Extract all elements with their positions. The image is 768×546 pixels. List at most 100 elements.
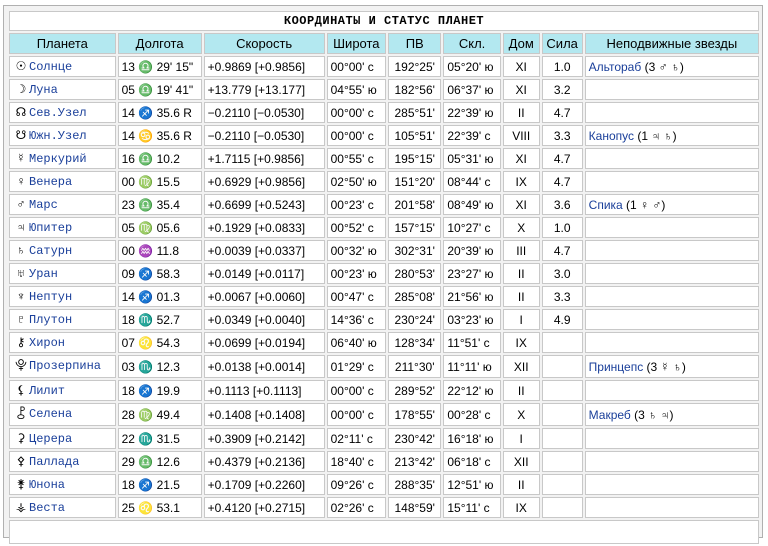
declination-cell: 05°31' ю <box>443 148 501 169</box>
longitude-cell: 14 ♐ 01.3 <box>117 286 202 307</box>
planet-glyph-icon: ⚸ <box>16 383 26 397</box>
power-cell: 4.7 <box>541 148 583 169</box>
table-row: ☽ Луна 05 ♎ 19' 41" +13.779 [+13.177] 04°55'… <box>9 79 759 100</box>
planet-name-link[interactable]: Южн.Узел <box>29 129 87 143</box>
right-ascension-cell: 230°42' <box>388 428 442 449</box>
planet-name-link[interactable]: Сев.Узел <box>29 106 87 120</box>
planet-name-link[interactable]: Нептун <box>29 290 72 304</box>
right-ascension-cell: 288°35' <box>388 474 442 495</box>
house-cell: II <box>502 286 540 307</box>
house-cell: XI <box>502 148 540 169</box>
fixed-star-link[interactable]: Макреб <box>589 408 631 422</box>
planet-cell: ☋ Южн.Узел <box>9 125 116 146</box>
longitude-cell: 14 ♋ 35.6 R <box>117 125 202 146</box>
longitude-cell: 23 ♎ 35.4 <box>117 194 202 215</box>
planet-cell: ♄ Сатурн <box>9 240 116 261</box>
planet-name-link[interactable]: Юнона <box>29 478 65 492</box>
fixed-star-cell <box>584 309 759 330</box>
col-header-longitude: Долгота <box>117 33 202 54</box>
right-ascension-cell: 128°34' <box>388 332 442 353</box>
latitude-cell: 18°40' с <box>326 451 387 472</box>
planet-glyph-icon: ♄ <box>16 243 26 257</box>
right-ascension-cell: 178°55' <box>388 403 442 426</box>
planet-cell: ☊ Сев.Узел <box>9 102 116 123</box>
planet-name-link[interactable]: Хирон <box>29 336 65 350</box>
col-header-latitude: Широта <box>326 33 387 54</box>
longitude-cell: 25 ♌ 53.1 <box>117 497 202 518</box>
fixed-star-link[interactable]: Спика <box>589 198 623 212</box>
planet-name-link[interactable]: Паллада <box>29 455 79 469</box>
planet-name-link[interactable]: Селена <box>29 407 72 421</box>
planet-name-link[interactable]: Веста <box>29 501 65 515</box>
right-ascension-cell: 285°08' <box>388 286 442 307</box>
power-cell: 4.7 <box>541 240 583 261</box>
planet-name-link[interactable]: Сатурн <box>29 244 72 258</box>
latitude-cell: 00°00' с <box>326 102 387 123</box>
fixed-star-cell <box>584 240 759 261</box>
house-cell: I <box>502 428 540 449</box>
power-cell: 3.3 <box>541 286 583 307</box>
latitude-cell: 00°55' с <box>326 148 387 169</box>
planet-glyph-icon: ☉ <box>15 59 27 73</box>
col-header-house: Дом <box>502 33 540 54</box>
fixed-star-link[interactable]: Канопус <box>589 129 634 143</box>
fixed-star-detail: (1 ♃ ♄) <box>633 128 677 143</box>
planet-name-link[interactable]: Юпитер <box>29 221 72 235</box>
planet-name-link[interactable]: Лилит <box>29 384 65 398</box>
planet-name-link[interactable]: Луна <box>29 83 58 97</box>
table-row: ⚳ Церера 22 ♏ 31.5 +0.3909 [+0.2142] 02°11' … <box>9 428 759 449</box>
fixed-star-cell <box>584 451 759 472</box>
planet-name-link[interactable]: Уран <box>29 267 58 281</box>
house-cell: XII <box>502 355 540 378</box>
longitude-cell: 03 ♏ 12.3 <box>117 355 202 378</box>
planet-name-link[interactable]: Церера <box>29 432 72 446</box>
table-row: ⯓ Прозерпина 03 ♏ 12.3 +0.0138 [+0.0014] 01°… <box>9 355 759 378</box>
speed-cell: +0.6699 [+0.5243] <box>203 194 325 215</box>
planet-name-link[interactable]: Прозерпина <box>29 359 101 373</box>
latitude-cell: 00°47' с <box>326 286 387 307</box>
table-row: ⚶ Веста 25 ♌ 53.1 +0.4120 [+0.2715] 02°26' с… <box>9 497 759 518</box>
planet-name-link[interactable]: Солнце <box>29 60 72 74</box>
latitude-cell: 00°00' с <box>326 125 387 146</box>
table-row: ⚴ Паллада 29 ♎ 12.6 +0.4379 [+0.2136] 18°40'… <box>9 451 759 472</box>
planet-glyph-icon: ☋ <box>15 128 27 142</box>
right-ascension-cell: 280°53' <box>388 263 442 284</box>
speed-cell: +0.0039 [+0.0337] <box>203 240 325 261</box>
right-ascension-cell: 213°42' <box>388 451 442 472</box>
latitude-cell: 06°40' ю <box>326 332 387 353</box>
power-cell: 1.0 <box>541 217 583 238</box>
speed-cell: +1.7115 [+0.9856] <box>203 148 325 169</box>
table-row: ♃ Юпитер 05 ♍ 05.6 +0.1929 [+0.0833] 00°52' … <box>9 217 759 238</box>
speed-cell: +0.0138 [+0.0014] <box>203 355 325 378</box>
latitude-cell: 00°00' с <box>326 56 387 77</box>
house-cell: II <box>502 102 540 123</box>
table-title: КООРДИНАТЫ И СТАТУС ПЛАНЕТ <box>9 11 759 31</box>
speed-cell: +0.0067 [+0.0060] <box>203 286 325 307</box>
fixed-star-link[interactable]: Альтораб <box>589 60 642 74</box>
fixed-star-detail: (3 ♂ ♄) <box>641 59 684 74</box>
latitude-cell: 02°26' с <box>326 497 387 518</box>
latitude-cell: 02°11' с <box>326 428 387 449</box>
right-ascension-cell: 105°51' <box>388 125 442 146</box>
planet-name-link[interactable]: Марс <box>29 198 58 212</box>
right-ascension-cell: 192°25' <box>388 56 442 77</box>
planet-glyph-icon: ⯛ <box>16 406 26 420</box>
col-header-speed: Скорость <box>203 33 325 54</box>
declination-cell: 00°28' с <box>443 403 501 426</box>
fixed-star-link[interactable]: Принцепс <box>589 360 644 374</box>
longitude-cell: 13 ♎ 29' 15" <box>117 56 202 77</box>
planet-name-link[interactable]: Венера <box>29 175 72 189</box>
fixed-star-cell <box>584 332 759 353</box>
right-ascension-cell: 182°56' <box>388 79 442 100</box>
header-row: Планета Долгота Скорость Широта ПВ Скл. … <box>9 33 759 54</box>
declination-cell: 08°49' ю <box>443 194 501 215</box>
planet-name-link[interactable]: Меркурий <box>29 152 87 166</box>
planet-name-link[interactable]: Плутон <box>29 313 72 327</box>
fixed-star-cell <box>584 217 759 238</box>
planet-glyph-icon: ⚴ <box>16 454 26 468</box>
right-ascension-cell: 201°58' <box>388 194 442 215</box>
table-row: ♅ Уран 09 ♐ 58.3 +0.0149 [+0.0117] 00°23' ю2… <box>9 263 759 284</box>
planet-cell: ⚵ Юнона <box>9 474 116 495</box>
planet-table: КООРДИНАТЫ И СТАТУС ПЛАНЕТ Планета Долго… <box>7 9 761 546</box>
right-ascension-cell: 157°15' <box>388 217 442 238</box>
